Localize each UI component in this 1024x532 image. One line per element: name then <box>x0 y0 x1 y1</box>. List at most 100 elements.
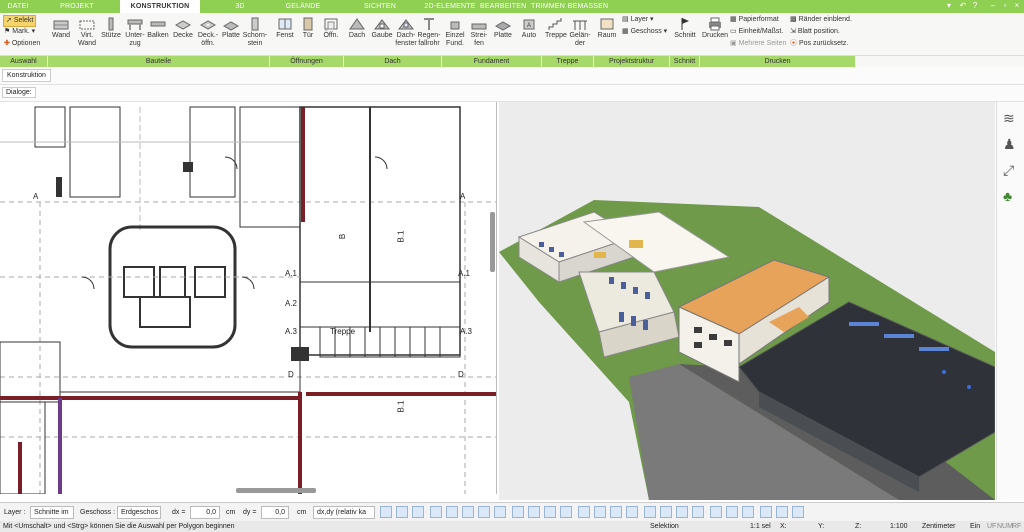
show-margins-button[interactable]: ▩ Ränder einblend. <box>790 15 852 25</box>
restore-icon[interactable]: ▫ <box>1000 1 1010 11</box>
storey-select[interactable]: Erdgeschos <box>117 506 161 519</box>
text-abc-icon[interactable] <box>462 506 474 518</box>
ceiling-button[interactable]: Decke <box>172 17 194 40</box>
tool-icon-20[interactable] <box>692 506 704 518</box>
floor-plan-view[interactable]: Treppe A A A.1 A.1 A.2 A.3 A.3 B B.1 B.1… <box>0 102 497 494</box>
tab-gelaende[interactable]: GELÄNDE <box>280 0 326 13</box>
3d-view[interactable] <box>499 102 995 500</box>
tool-icon-17[interactable] <box>644 506 656 518</box>
tool-icon-21[interactable] <box>710 506 722 518</box>
tab-2d-elemente[interactable]: 2D-ELEMENTE <box>420 0 480 13</box>
unit-scale-button[interactable]: ▭ Einheit/Maßst. <box>730 27 783 37</box>
tree-icon[interactable]: ♣ <box>1003 188 1012 204</box>
tool-icon-14[interactable] <box>594 506 606 518</box>
downpipe-button[interactable]: Regen-fallrohr <box>416 17 442 48</box>
tool-icon-13[interactable] <box>578 506 590 518</box>
tool-icon-8[interactable] <box>494 506 506 518</box>
dy-input[interactable]: 0,0 <box>261 506 289 519</box>
group-dach: Dach <box>344 56 442 67</box>
tool-icon-1[interactable] <box>380 506 392 518</box>
tab-konstruktion[interactable]: KONSTRUKTION <box>120 0 200 13</box>
dormer-button[interactable]: Gaube <box>370 17 394 40</box>
opening-button[interactable]: Öffn. <box>320 17 342 40</box>
paper-format-button[interactable]: ▦ Papierformat <box>730 15 779 25</box>
tool-icon-2[interactable] <box>396 506 408 518</box>
multiple-pages-button[interactable]: ▣ Mehrere Seiten <box>730 39 786 49</box>
tab-bemassen[interactable]: BEMASSEN <box>562 0 614 13</box>
door-button[interactable]: Tür <box>298 17 318 40</box>
slab-button[interactable]: Platte <box>220 17 242 40</box>
pin-icon[interactable]: ▾ <box>944 1 954 11</box>
beam-button[interactable]: Balken <box>146 17 170 40</box>
layer-select[interactable]: Schnitte im <box>30 506 74 519</box>
chimney-button[interactable]: Schorn-stein <box>242 17 268 48</box>
window-label: Fenst <box>276 32 294 39</box>
single-foundation-button[interactable]: Einzel Fund. <box>444 17 466 48</box>
room-button[interactable]: Raum <box>596 17 618 40</box>
tab-datei[interactable]: DATEI <box>4 0 32 13</box>
auto-foundation-button[interactable]: A Auto <box>518 17 540 40</box>
print-label: Drucken <box>702 32 729 39</box>
window-button[interactable]: Fenst <box>274 17 296 40</box>
ceiling-opening-button[interactable]: Deck.- öffn. <box>196 17 220 48</box>
stairs-button[interactable]: Treppe <box>544 17 568 40</box>
tool-icon-4[interactable] <box>430 506 442 518</box>
roof-window-button[interactable]: Dach-fenster <box>394 17 418 48</box>
walk-person-icon[interactable]: ♟ <box>1003 136 1016 153</box>
tool-icon-22[interactable] <box>726 506 738 518</box>
select-button[interactable]: ➚ Selekt <box>3 15 37 27</box>
minimize-icon[interactable]: – <box>988 1 998 11</box>
plan-vertical-scrollbar[interactable] <box>490 212 495 272</box>
section-button[interactable]: Schnitt <box>672 17 698 40</box>
dx-input[interactable]: 0,0 <box>190 506 220 519</box>
beam-under-button[interactable]: Unter-zug <box>124 17 146 48</box>
expand-view-icon[interactable]: ⤢ <box>1003 162 1014 179</box>
close-icon[interactable]: × <box>1012 1 1022 11</box>
tool-icon-11[interactable] <box>544 506 556 518</box>
konstruktion-context-button[interactable]: Konstruktion <box>2 69 51 82</box>
tab-3d[interactable]: 3D <box>225 0 255 13</box>
tab-projekt[interactable]: PROJEKT <box>55 0 99 13</box>
tool-icon-19[interactable] <box>676 506 688 518</box>
tab-trimmen[interactable]: TRIMMEN <box>530 0 566 13</box>
column-button[interactable]: Stütze <box>100 17 122 40</box>
tool-icon-3[interactable] <box>412 506 424 518</box>
tool-icon-16[interactable] <box>626 506 638 518</box>
mark-button[interactable]: ⚑ Mark. ▾ <box>4 27 35 37</box>
help-icon[interactable]: ? <box>970 1 980 11</box>
tool-icon-9[interactable] <box>512 506 524 518</box>
layer-dropdown[interactable]: ▤ Layer ▾ <box>622 15 654 25</box>
roof-button[interactable]: Dach <box>346 17 368 40</box>
tool-icon-26[interactable] <box>792 506 804 518</box>
chimney-label-1: Schorn- <box>242 32 268 39</box>
virtual-wall-button[interactable]: Virt. Wand <box>76 17 98 48</box>
plan-horizontal-scrollbar[interactable] <box>236 488 316 493</box>
position-sheet-button[interactable]: ⇲ Blatt position. <box>790 27 840 37</box>
status-uf: UF <box>987 523 997 530</box>
tab-bearbeiten[interactable]: BEARBEITEN <box>480 0 526 13</box>
undo-icon[interactable]: ↶ <box>958 1 968 11</box>
tab-sichten[interactable]: SICHTEN <box>358 0 402 13</box>
tool-icon-7[interactable] <box>478 506 490 518</box>
foundation-slab-button[interactable]: Platte <box>492 17 514 40</box>
svg-text:A: A <box>527 23 531 29</box>
tool-icon-10[interactable] <box>528 506 540 518</box>
tool-icon-15[interactable] <box>610 506 622 518</box>
wall-button[interactable]: Wand <box>50 17 72 40</box>
axis-label-a-left: A <box>33 192 39 201</box>
strip-foundation-button[interactable]: Strei-fen <box>468 17 490 48</box>
layers-icon[interactable]: ≋ <box>1003 110 1015 127</box>
section-label: Schnitt <box>674 32 696 39</box>
reset-position-button[interactable]: ⦿ Pos zurücksetz. <box>790 39 848 49</box>
tool-icon-23[interactable] <box>742 506 754 518</box>
coordinate-mode-select[interactable]: dx,dy (relativ ka <box>313 506 375 519</box>
tool-icon-25[interactable] <box>776 506 788 518</box>
tool-icon-24[interactable] <box>760 506 772 518</box>
storey-dropdown[interactable]: ▦ Geschoss ▾ <box>622 27 667 37</box>
railing-button[interactable]: Gelän-der <box>568 17 592 48</box>
print-button[interactable]: Drucken <box>702 17 728 40</box>
tool-icon-12[interactable] <box>560 506 572 518</box>
tool-icon-5[interactable] <box>446 506 458 518</box>
options-button[interactable]: ✚ Optionen <box>4 39 40 49</box>
tool-icon-18[interactable] <box>660 506 672 518</box>
